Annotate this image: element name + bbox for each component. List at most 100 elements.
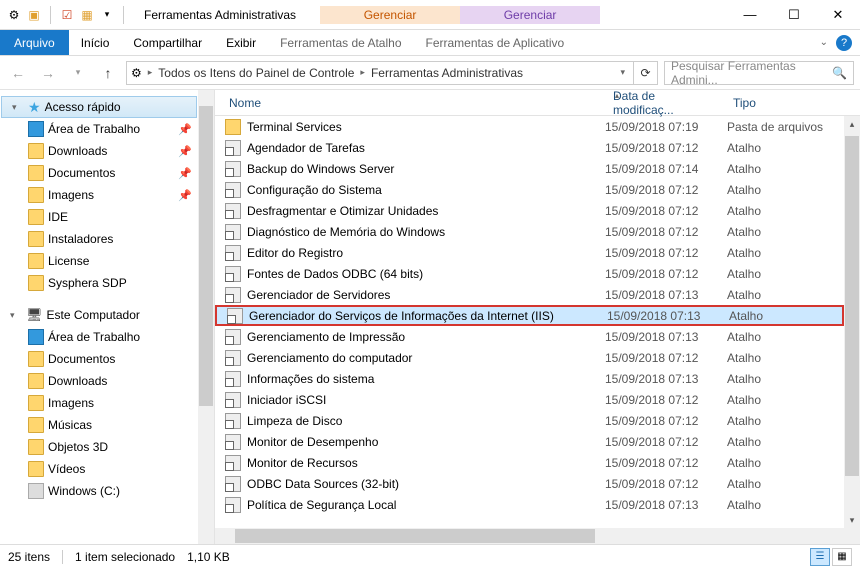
status-bar: 25 itens 1 item selecionado 1,10 KB ☰ ▦ — [0, 544, 860, 568]
breadcrumb-segment[interactable]: Todos os Itens do Painel de Controle — [158, 66, 354, 80]
sidebar-item[interactable]: Sysphera SDP — [0, 272, 198, 294]
help-icon[interactable]: ? — [836, 35, 852, 51]
folder-icon[interactable]: ▣ — [26, 7, 42, 23]
sidebar-item[interactable]: Músicas — [0, 414, 198, 436]
scroll-down-icon[interactable]: ▾ — [844, 512, 860, 528]
file-row[interactable]: Gerenciador do Serviços de Informações d… — [215, 305, 844, 326]
file-row[interactable]: Diagnóstico de Memória do Windows 15/09/… — [215, 221, 844, 242]
sidebar-item[interactable]: Documentos📌 — [0, 162, 198, 184]
minimize-button[interactable]: — — [728, 1, 772, 29]
refresh-button[interactable]: ⟳ — [634, 61, 658, 85]
file-row[interactable]: ODBC Data Sources (32-bit) 15/09/2018 07… — [215, 473, 844, 494]
tab-app-tools[interactable]: Ferramentas de Aplicativo — [414, 30, 577, 55]
file-row[interactable]: Monitor de Recursos 15/09/2018 07:12 Ata… — [215, 452, 844, 473]
sidebar-item[interactable]: Downloads📌 — [0, 140, 198, 162]
sidebar-item[interactable]: Vídeos — [0, 458, 198, 480]
file-row[interactable]: Configuração do Sistema 15/09/2018 07:12… — [215, 179, 844, 200]
sidebar-item[interactable]: IDE — [0, 206, 198, 228]
file-row[interactable]: Política de Segurança Local 15/09/2018 0… — [215, 494, 844, 515]
sidebar-item[interactable]: Documentos — [0, 348, 198, 370]
scrollbar-thumb[interactable] — [235, 529, 595, 543]
back-button[interactable]: ← — [6, 61, 30, 85]
chevron-right-icon[interactable]: ▸ — [148, 67, 153, 78]
properties-check-icon[interactable]: ☑ — [59, 7, 75, 23]
tab-share[interactable]: Compartilhar — [121, 30, 214, 55]
column-date[interactable]: Data de modificaç... — [605, 89, 725, 117]
sidebar-item[interactable]: Imagens — [0, 392, 198, 414]
sidebar-item[interactable]: Área de Trabalho — [0, 326, 198, 348]
close-button[interactable]: ✕ — [816, 1, 860, 29]
tools-icon[interactable]: ⚙ — [6, 7, 22, 23]
file-row[interactable]: Editor do Registro 15/09/2018 07:12 Atal… — [215, 242, 844, 263]
file-row[interactable]: Limpeza de Disco 15/09/2018 07:12 Atalho — [215, 410, 844, 431]
sidebar-item[interactable]: Objetos 3D — [0, 436, 198, 458]
sort-ascending-icon: ▴ — [615, 91, 619, 100]
file-row[interactable]: Iniciador iSCSI 15/09/2018 07:12 Atalho — [215, 389, 844, 410]
sidebar-item[interactable]: Downloads — [0, 370, 198, 392]
file-row[interactable]: Agendador de Tarefas 15/09/2018 07:12 At… — [215, 137, 844, 158]
breadcrumb-dropdown-icon[interactable]: ▾ — [616, 67, 629, 78]
tab-file[interactable]: Arquivo — [0, 30, 69, 55]
sidebar-quick-access[interactable]: ▾★Acesso rápido — [1, 96, 197, 118]
context-tab-shortcut[interactable]: Gerenciar — [320, 6, 460, 24]
file-row[interactable]: Fontes de Dados ODBC (64 bits) 15/09/201… — [215, 263, 844, 284]
file-icon — [225, 119, 241, 135]
qat-dropdown-icon[interactable]: ▾ — [99, 7, 115, 23]
title-bar: ⚙ ▣ ☑ ▦ ▾ Ferramentas Administrativas Ge… — [0, 0, 860, 30]
file-row[interactable]: Desfragmentar e Otimizar Unidades 15/09/… — [215, 200, 844, 221]
file-row[interactable]: Gerenciamento de Impressão 15/09/2018 07… — [215, 326, 844, 347]
breadcrumb[interactable]: ⚙ ▸ Todos os Itens do Painel de Controle… — [126, 61, 634, 85]
file-icon — [225, 371, 241, 387]
forward-button[interactable]: → — [36, 61, 60, 85]
file-icon — [225, 476, 241, 492]
up-button[interactable]: ↑ — [96, 61, 120, 85]
window-title: Ferramentas Administrativas — [144, 8, 296, 22]
content-scrollbar[interactable]: ▴ ▾ — [844, 116, 860, 544]
pin-icon: 📌 — [178, 167, 192, 180]
sidebar-item[interactable]: Windows (C:) — [0, 480, 198, 502]
status-selection: 1 item selecionado — [75, 550, 175, 564]
file-row[interactable]: Gerenciamento do computador 15/09/2018 0… — [215, 347, 844, 368]
scrollbar-thumb[interactable] — [199, 106, 213, 406]
sidebar-item[interactable]: Imagens📌 — [0, 184, 198, 206]
sidebar-item[interactable]: License — [0, 250, 198, 272]
scrollbar-thumb[interactable] — [845, 136, 859, 476]
details-view-icon[interactable]: ☰ — [810, 548, 830, 566]
search-input[interactable]: Pesquisar Ferramentas Admini... 🔍 — [664, 61, 854, 85]
tab-view[interactable]: Exibir — [214, 30, 268, 55]
context-tab-app[interactable]: Gerenciar — [460, 6, 600, 24]
search-icon: 🔍 — [832, 66, 847, 80]
file-row[interactable]: Informações do sistema 15/09/2018 07:13 … — [215, 368, 844, 389]
recent-locations-icon[interactable]: ▾ — [66, 61, 90, 85]
chevron-right-icon[interactable]: ▸ — [360, 67, 365, 78]
column-type[interactable]: Tipo — [725, 96, 860, 110]
file-icon — [225, 434, 241, 450]
new-folder-icon[interactable]: ▦ — [79, 7, 95, 23]
pin-icon: 📌 — [178, 145, 192, 158]
sidebar-item[interactable]: Área de Trabalho📌 — [0, 118, 198, 140]
tab-shortcut-tools[interactable]: Ferramentas de Atalho — [268, 30, 413, 55]
sidebar-item[interactable]: Instaladores — [0, 228, 198, 250]
horizontal-scrollbar[interactable] — [215, 528, 844, 544]
file-row[interactable]: Monitor de Desempenho 15/09/2018 07:12 A… — [215, 431, 844, 452]
file-row[interactable]: Backup do Windows Server 15/09/2018 07:1… — [215, 158, 844, 179]
file-row[interactable]: Terminal Services 15/09/2018 07:19 Pasta… — [215, 116, 844, 137]
file-list[interactable]: Terminal Services 15/09/2018 07:19 Pasta… — [215, 116, 860, 544]
address-bar: ← → ▾ ↑ ⚙ ▸ Todos os Itens do Painel de … — [0, 56, 860, 90]
file-icon — [225, 287, 241, 303]
scroll-up-icon[interactable]: ▴ — [844, 116, 860, 132]
file-icon — [225, 392, 241, 408]
file-icon — [225, 413, 241, 429]
maximize-button[interactable]: ☐ — [772, 1, 816, 29]
expand-ribbon-icon[interactable]: ⌄ — [820, 37, 828, 48]
sidebar-this-pc[interactable]: ▾🖥Este Computador — [0, 304, 198, 326]
file-icon — [225, 245, 241, 261]
column-name[interactable]: Nome — [215, 96, 605, 110]
control-panel-icon: ⚙ — [131, 66, 142, 80]
file-row[interactable]: Gerenciador de Servidores 15/09/2018 07:… — [215, 284, 844, 305]
breadcrumb-segment[interactable]: Ferramentas Administrativas — [371, 66, 523, 80]
large-icons-view-icon[interactable]: ▦ — [832, 548, 852, 566]
sidebar-scrollbar[interactable] — [198, 90, 214, 544]
tab-home[interactable]: Início — [69, 30, 122, 55]
ribbon-tabs: Arquivo Início Compartilhar Exibir Ferra… — [0, 30, 860, 56]
